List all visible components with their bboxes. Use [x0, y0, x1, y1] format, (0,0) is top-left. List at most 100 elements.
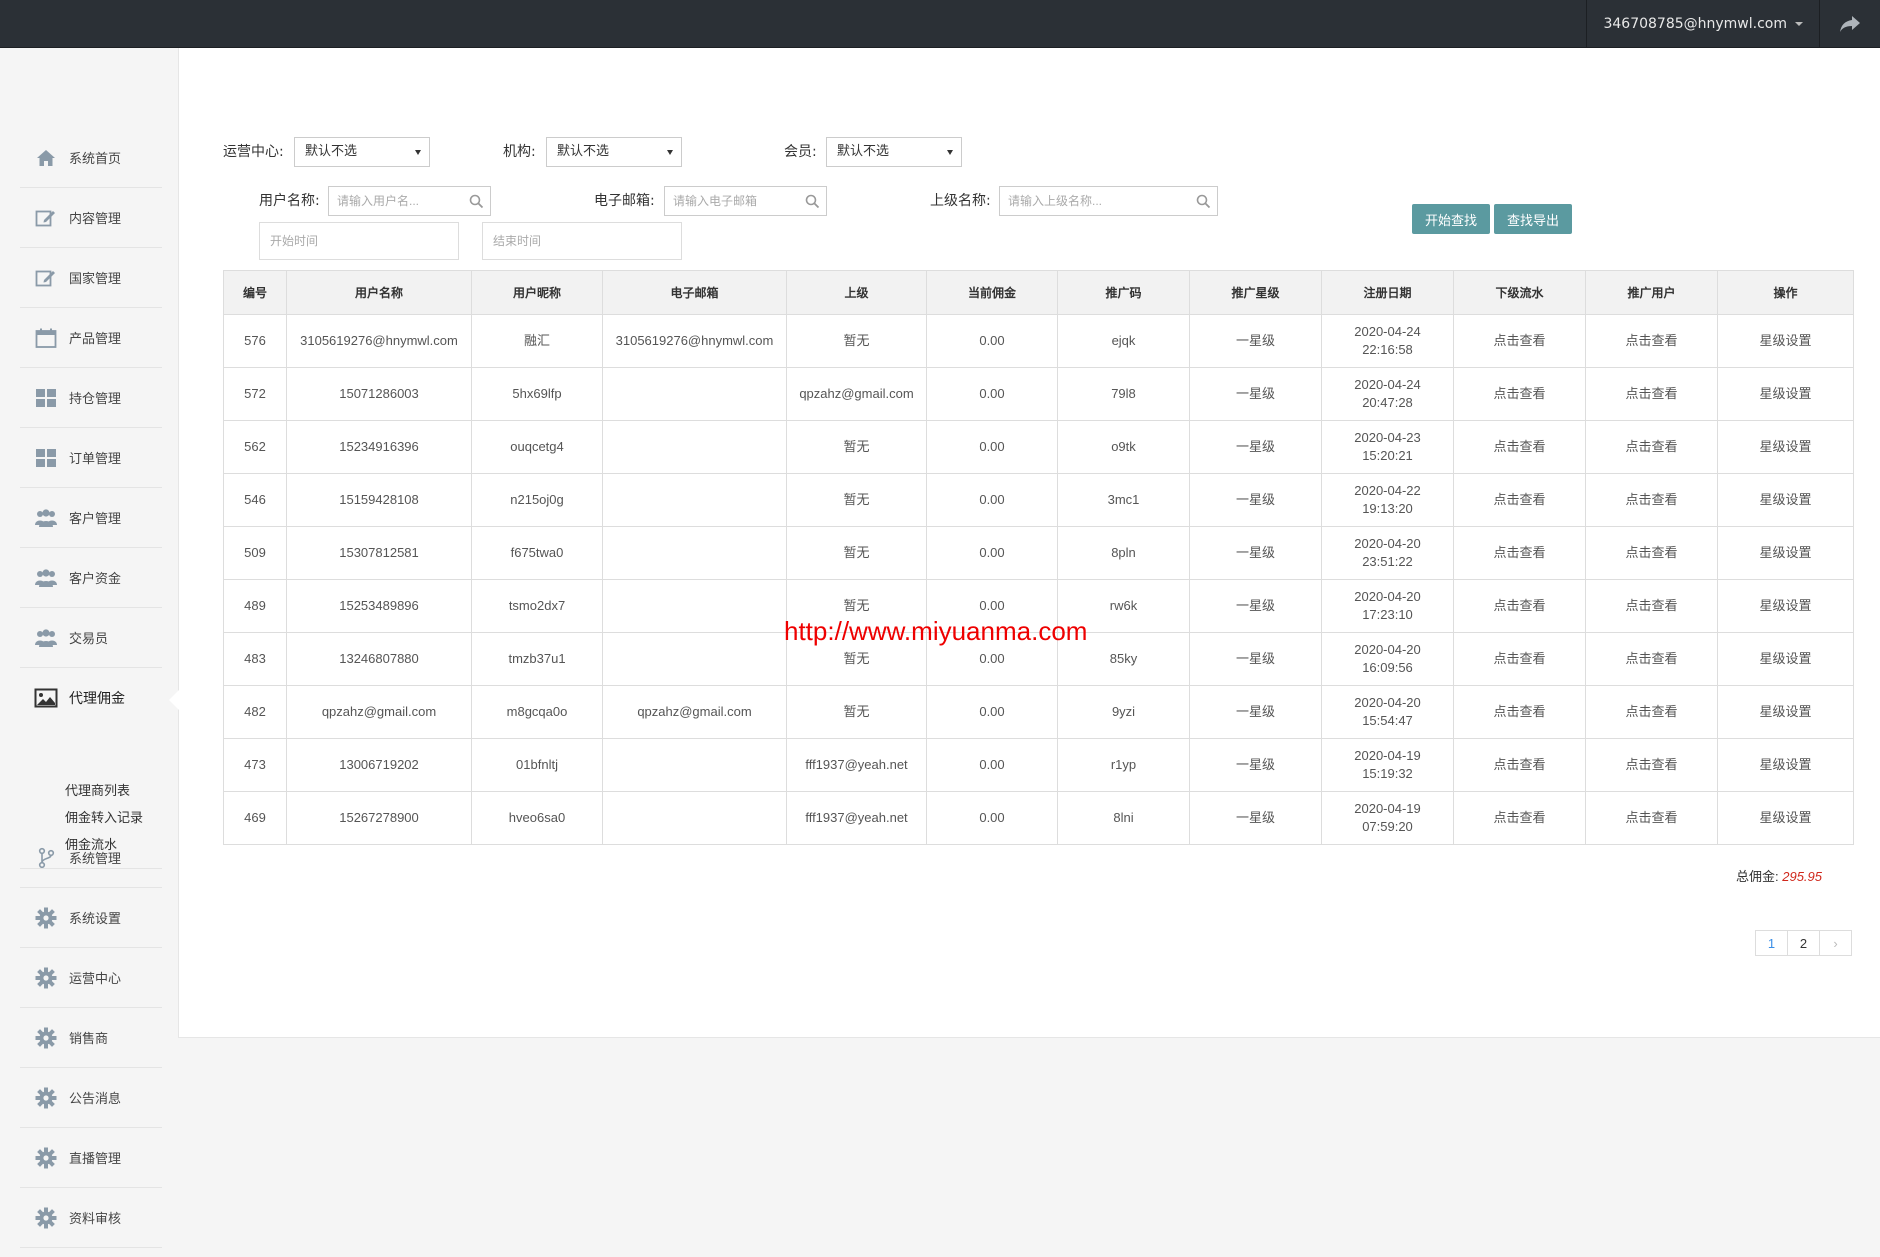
sidebar-item-label: 客户资金 [69, 572, 122, 587]
sidebar-item-label: 内容管理 [69, 212, 122, 227]
parent-input[interactable] [1000, 187, 1187, 215]
register-time: 20:47:28 [1362, 395, 1413, 410]
sidebar-item[interactable]: 销售商 [20, 1008, 162, 1068]
cell-star-level: 一星级 [1189, 791, 1322, 845]
view-promoted-users-link[interactable]: 点击查看 [1585, 791, 1718, 845]
cell-username: qpzahz@gmail.com [286, 685, 472, 739]
cell-parent: 暂无 [786, 420, 927, 474]
cell-star-level: 一星级 [1189, 685, 1322, 739]
register-time: 17:23:10 [1362, 607, 1413, 622]
register-date: 2020-04-20 [1354, 536, 1421, 551]
page-button[interactable]: 1 [1755, 930, 1788, 956]
star-settings-link[interactable]: 星级设置 [1717, 314, 1854, 368]
view-downline-flow-link[interactable]: 点击查看 [1453, 579, 1586, 633]
view-promoted-users-link[interactable]: 点击查看 [1585, 632, 1718, 686]
view-promoted-users-link[interactable]: 点击查看 [1585, 473, 1718, 527]
page-button[interactable]: 2 [1787, 930, 1820, 956]
view-downline-flow-link[interactable]: 点击查看 [1453, 314, 1586, 368]
end-time-input[interactable] [483, 223, 681, 259]
star-settings-link[interactable]: 星级设置 [1717, 526, 1854, 580]
star-settings-link[interactable]: 星级设置 [1717, 367, 1854, 421]
sidebar-item[interactable]: 系统首页 [20, 128, 162, 188]
sidebar-item-label: 持仓管理 [69, 392, 122, 407]
cell-commission: 0.00 [926, 526, 1058, 580]
cell-commission: 0.00 [926, 367, 1058, 421]
view-promoted-users-link[interactable]: 点击查看 [1585, 314, 1718, 368]
star-settings-link[interactable]: 星级设置 [1717, 473, 1854, 527]
sidebar-item[interactable]: 产品管理 [20, 308, 162, 368]
sidebar-item[interactable]: 国家管理 [20, 248, 162, 308]
view-promoted-users-link[interactable]: 点击查看 [1585, 579, 1718, 633]
star-settings-link[interactable]: 星级设置 [1717, 632, 1854, 686]
star-settings-link[interactable]: 星级设置 [1717, 685, 1854, 739]
view-promoted-users-link[interactable]: 点击查看 [1585, 738, 1718, 792]
view-downline-flow-link[interactable]: 点击查看 [1453, 632, 1586, 686]
sidebar-item-label: 产品管理 [69, 332, 122, 347]
sidebar-item[interactable]: 代理佣金 [20, 668, 162, 728]
view-downline-flow-link[interactable]: 点击查看 [1453, 791, 1586, 845]
sidebar-item[interactable]: 客户管理 [20, 488, 162, 548]
star-settings-link[interactable]: 星级设置 [1717, 579, 1854, 633]
cell-register-date: 2020-04-20 23:51:22 [1321, 526, 1454, 580]
sidebar: 系统首页内容管理国家管理产品管理持仓管理订单管理 客户管理客户资金交易员 代理佣金系… [0, 48, 178, 1257]
start-time-input[interactable] [260, 223, 458, 259]
cell-commission: 0.00 [926, 738, 1058, 792]
users-icon [33, 627, 59, 649]
next-page-button[interactable]: › [1819, 930, 1852, 956]
user-menu[interactable]: 346708785@hnymwl.com [1586, 0, 1820, 48]
grid-icon [33, 447, 59, 469]
email-input[interactable] [665, 187, 796, 215]
share-button[interactable] [1820, 0, 1880, 48]
view-downline-flow-link[interactable]: 点击查看 [1453, 738, 1586, 792]
view-downline-flow-link[interactable]: 点击查看 [1453, 420, 1586, 474]
star-settings-link[interactable]: 星级设置 [1717, 420, 1854, 474]
cell-register-date: 2020-04-24 22:16:58 [1321, 314, 1454, 368]
sidebar-item[interactable]: 公告消息 [20, 1068, 162, 1128]
sidebar-item[interactable]: 客户资金 [20, 548, 162, 608]
cell-commission: 0.00 [926, 473, 1058, 527]
sidebar-item[interactable]: 运营中心 [20, 948, 162, 1008]
org-label: 机构: [503, 144, 536, 160]
cell-nickname: m8gcqa0o [471, 685, 603, 739]
ops-center-select[interactable]: 默认不选 [294, 137, 430, 167]
view-promoted-users-link[interactable]: 点击查看 [1585, 367, 1718, 421]
sidebar-item[interactable]: 系统设置 [20, 888, 162, 948]
view-promoted-users-link[interactable]: 点击查看 [1585, 685, 1718, 739]
sidebar-item[interactable]: 订单管理 [20, 428, 162, 488]
search-icon[interactable] [1196, 194, 1211, 209]
view-downline-flow-link[interactable]: 点击查看 [1453, 367, 1586, 421]
username-input[interactable] [329, 187, 460, 215]
org-select[interactable]: 默认不选 [546, 137, 682, 167]
column-header: 下级流水 [1453, 270, 1586, 315]
search-icon[interactable] [805, 194, 820, 209]
cell-commission: 0.00 [926, 791, 1058, 845]
cell-email [602, 420, 787, 474]
sidebar-item[interactable]: 交易员 [20, 608, 162, 668]
users-icon [33, 507, 59, 529]
view-downline-flow-link[interactable]: 点击查看 [1453, 526, 1586, 580]
subnav-commission-flow[interactable]: 佣金流水 [65, 832, 143, 859]
cell-star-level: 一星级 [1189, 420, 1322, 474]
sidebar-item[interactable]: 持仓管理 [20, 368, 162, 428]
cell-promo-code: 8lni [1057, 791, 1190, 845]
column-header: 电子邮箱 [602, 270, 787, 315]
cell-register-date: 2020-04-22 19:13:20 [1321, 473, 1454, 527]
view-promoted-users-link[interactable]: 点击查看 [1585, 420, 1718, 474]
cell-register-date: 2020-04-19 15:19:32 [1321, 738, 1454, 792]
subnav-agent-list[interactable]: 代理商列表 [65, 778, 143, 805]
search-button[interactable]: 开始查找 [1412, 204, 1490, 234]
ops-center-label: 运营中心: [223, 144, 284, 160]
sidebar-item-label: 运营中心 [69, 972, 122, 987]
star-settings-link[interactable]: 星级设置 [1717, 791, 1854, 845]
subnav-commission-transfer[interactable]: 佣金转入记录 [65, 805, 143, 832]
export-button[interactable]: 查找导出 [1494, 204, 1572, 234]
sidebar-item[interactable]: 内容管理 [20, 188, 162, 248]
view-downline-flow-link[interactable]: 点击查看 [1453, 685, 1586, 739]
view-downline-flow-link[interactable]: 点击查看 [1453, 473, 1586, 527]
sidebar-item[interactable]: 资料审核 [20, 1188, 162, 1248]
star-settings-link[interactable]: 星级设置 [1717, 738, 1854, 792]
search-icon[interactable] [469, 194, 484, 209]
member-select[interactable]: 默认不选 [826, 137, 962, 167]
view-promoted-users-link[interactable]: 点击查看 [1585, 526, 1718, 580]
sidebar-item[interactable]: 直播管理 [20, 1128, 162, 1188]
